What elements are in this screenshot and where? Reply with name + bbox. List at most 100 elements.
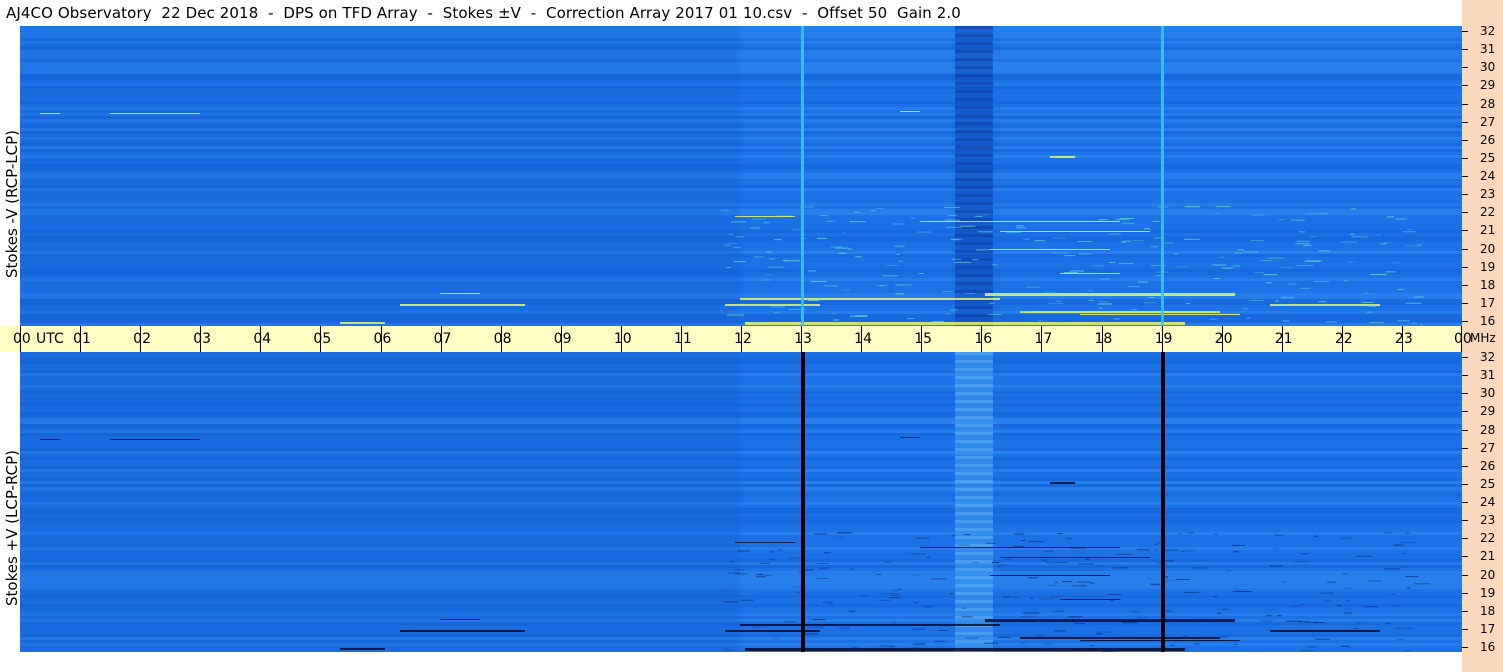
noise-speck — [1151, 246, 1158, 248]
time-tick-label: 19 — [1154, 331, 1173, 347]
noise-speck — [817, 237, 828, 239]
noise-speck — [1085, 558, 1090, 560]
noise-speck — [1188, 532, 1195, 534]
bottom-margin — [20, 652, 1462, 672]
noise-speck — [1318, 301, 1327, 303]
noise-speck — [997, 636, 1011, 638]
noise-speck — [1022, 612, 1040, 614]
emission-streak — [985, 293, 1235, 296]
interference-line — [801, 352, 805, 652]
noise-speck — [1041, 643, 1054, 645]
noise-speck — [1089, 645, 1094, 647]
frequency-tick — [1462, 212, 1468, 214]
noise-speck — [787, 557, 802, 559]
spectrogram-vertical-stripe — [955, 616, 993, 619]
noise-speck — [960, 225, 976, 227]
noise-speck — [991, 562, 1000, 563]
spectrogram-vertical-stripe — [955, 464, 993, 467]
frequency-tick-label: 26 — [1480, 132, 1496, 147]
noise-speck — [835, 247, 849, 249]
noise-speck — [825, 220, 836, 222]
noise-speck — [729, 561, 735, 563]
noise-speck — [945, 313, 951, 315]
noise-speck — [1402, 231, 1416, 233]
noise-speck — [720, 590, 730, 592]
noise-speck — [1260, 260, 1273, 262]
noise-speck — [819, 215, 828, 217]
noise-speck — [1148, 297, 1155, 298]
spectrogram-vertical-stripe — [955, 162, 993, 165]
noise-speck — [1234, 252, 1243, 254]
noise-speck — [1355, 555, 1372, 557]
frequency-tick — [1462, 103, 1468, 105]
noise-speck — [752, 218, 767, 220]
noise-speck — [783, 260, 800, 262]
noise-speck — [1345, 600, 1351, 602]
noise-speck — [1305, 260, 1322, 262]
noise-speck — [1263, 274, 1278, 276]
spectrogram-vertical-stripe — [955, 520, 993, 523]
noise-speck — [850, 568, 854, 570]
frequency-tick-label: 22 — [1480, 205, 1496, 220]
noise-speck — [768, 258, 775, 260]
noise-speck — [839, 627, 850, 629]
title-bar: AJ4CO Observatory 22 Dec 2018 - DPS on T… — [0, 0, 1462, 26]
noise-speck — [733, 261, 746, 263]
frequency-tick-label: 24 — [1480, 495, 1496, 509]
noise-speck — [1034, 635, 1045, 637]
noise-speck — [760, 279, 772, 281]
frequency-tick-label: 29 — [1480, 78, 1496, 93]
emission-streak — [1050, 482, 1075, 484]
time-tick-label: 10 — [613, 331, 632, 347]
noise-speck — [1385, 622, 1390, 624]
frequency-tick-label: 32 — [1480, 350, 1496, 364]
time-tick-label: 20 — [1214, 331, 1233, 347]
noise-speck — [1062, 581, 1072, 583]
frequency-tick — [1462, 176, 1468, 177]
noise-speck — [1109, 600, 1115, 602]
noise-speck — [735, 236, 745, 238]
noise-speck — [1028, 541, 1045, 543]
noise-speck — [1296, 240, 1310, 242]
frequency-tick — [1462, 284, 1468, 286]
noise-speck — [1330, 630, 1340, 632]
noise-speck — [931, 578, 947, 580]
noise-speck — [1054, 630, 1066, 632]
emission-streak — [340, 322, 385, 324]
spectrogram-vertical-stripe — [955, 114, 993, 117]
noise-speck — [1301, 553, 1309, 555]
noise-speck — [774, 239, 782, 241]
noise-speck — [853, 211, 860, 213]
noise-speck — [1155, 275, 1162, 277]
frequency-tick-label: 16 — [1480, 314, 1496, 328]
noise-speck — [765, 273, 774, 275]
noise-speck — [733, 247, 741, 249]
noise-speck — [1363, 292, 1370, 294]
noise-speck — [727, 243, 738, 245]
noise-speck — [1405, 532, 1410, 534]
frequency-tick-label: 18 — [1480, 277, 1496, 292]
time-tick-label: 15 — [914, 331, 933, 347]
noise-speck — [976, 249, 990, 251]
noise-speck — [1367, 580, 1382, 582]
noise-speck — [1341, 573, 1349, 575]
noise-speck — [1319, 213, 1329, 215]
noise-speck — [810, 280, 828, 282]
noise-speck — [1303, 244, 1312, 246]
noise-speck — [1219, 636, 1228, 638]
spectrogram-vertical-stripe — [955, 528, 993, 531]
time-tick-label: 09 — [553, 331, 572, 347]
noise-speck — [1095, 633, 1103, 635]
frequency-tick — [1462, 538, 1468, 540]
noise-speck — [1300, 650, 1314, 652]
time-tick-label: 03 — [193, 331, 212, 347]
noise-speck — [1294, 561, 1311, 563]
noise-speck — [972, 259, 979, 261]
noise-speck — [1325, 321, 1337, 323]
noise-speck — [833, 319, 839, 321]
noise-speck — [948, 214, 957, 216]
spectrogram-bottom-image — [20, 352, 1462, 652]
spectrogram-vertical-stripe — [955, 282, 993, 285]
noise-speck — [954, 261, 971, 263]
noise-speck — [1351, 236, 1368, 238]
